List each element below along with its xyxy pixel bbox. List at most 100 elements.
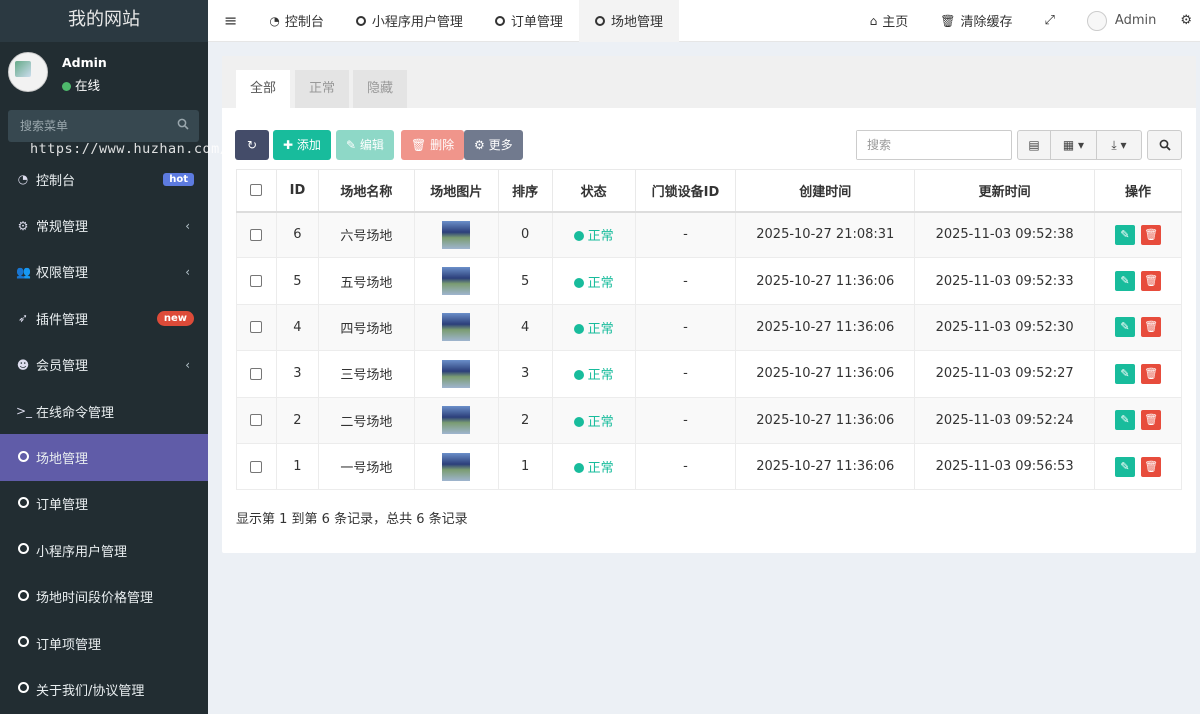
delete-button[interactable]: 🗑 删除: [401, 130, 465, 160]
row-edit-button[interactable]: ✎: [1114, 317, 1135, 338]
sidebar-item-order-item[interactable]: 订单项管理: [0, 620, 208, 666]
table-row[interactable]: 3 三号场地 3 正常 -2025-10-27 11:36:06 2025-11-03 0…: [236, 350, 1182, 398]
circle-icon: [17, 589, 29, 601]
sidebar-item-general[interactable]: ⚙ 常规管理 ‹: [0, 202, 208, 248]
col-header[interactable]: 场地名称: [317, 169, 415, 213]
sidebar-item-auth[interactable]: 👥 权限管理 ‹: [0, 249, 208, 295]
sidebar-item-dashboard[interactable]: ◔ 控制台 hot: [0, 156, 208, 202]
status-badge[interactable]: 正常: [573, 229, 614, 244]
col-header[interactable]: 更新时间: [914, 169, 1096, 213]
more-label: 更多: [488, 138, 513, 152]
row-checkbox[interactable]: [250, 460, 263, 473]
edit-label: 编辑: [359, 138, 384, 152]
sidebar-item-about[interactable]: 关于我们/协议管理: [0, 666, 208, 712]
col-header[interactable]: 场地图片: [413, 169, 499, 213]
row-select-cell: [236, 210, 277, 259]
row-checkbox[interactable]: [250, 228, 263, 241]
row-delete-button[interactable]: 🗑: [1141, 410, 1162, 431]
row-delete-button[interactable]: 🗑: [1141, 363, 1162, 384]
sidebar-search-input[interactable]: [8, 110, 173, 142]
table-row[interactable]: 6 六号场地 0 正常 -2025-10-27 21:08:31 2025-11-03 0…: [236, 210, 1182, 259]
col-header[interactable]: 创建时间: [735, 169, 916, 213]
col-header[interactable]: 状态: [551, 169, 636, 213]
status-badge[interactable]: 正常: [573, 461, 614, 476]
tab-dashboard[interactable]: ◔ 控制台: [253, 0, 340, 42]
trash-icon: 🗑: [940, 13, 956, 28]
sidebar-item-miniapp-user[interactable]: 小程序用户管理: [0, 527, 208, 573]
status-badge[interactable]: 正常: [573, 368, 614, 383]
venue-image[interactable]: [442, 267, 471, 296]
export-button[interactable]: ⤓ ▾: [1096, 130, 1142, 160]
row-edit-button[interactable]: ✎: [1114, 271, 1135, 292]
tab-all[interactable]: 全部: [236, 70, 291, 108]
table-row[interactable]: 4 四号场地 4 正常 -2025-10-27 11:36:06 2025-11-03 0…: [236, 303, 1182, 352]
tab-miniapp-user[interactable]: 小程序用户管理: [340, 0, 479, 42]
row-checkbox[interactable]: [250, 275, 263, 288]
col-header[interactable]: ID: [275, 169, 319, 213]
edit-button[interactable]: ✎ 编辑: [336, 130, 394, 160]
row-delete-button[interactable]: 🗑: [1141, 456, 1162, 477]
user-status-label: 在线: [75, 78, 101, 93]
site-logo[interactable]: 我的网站: [0, 0, 208, 42]
table-row[interactable]: 1 一号场地 1 正常 -2025-10-27 11:36:06 2025-11-03 0…: [236, 442, 1182, 491]
sidebar-item-command[interactable]: >_ 在线命令管理: [0, 388, 208, 434]
tab-hidden[interactable]: 隐藏: [353, 70, 408, 108]
sidebar-item-label: 小程序用户管理: [36, 544, 128, 560]
tab-order[interactable]: 订单管理: [479, 0, 579, 42]
row-edit-button[interactable]: ✎: [1114, 363, 1135, 384]
row-checkbox[interactable]: [250, 321, 263, 334]
table-search-input[interactable]: [857, 131, 1007, 159]
sidebar-item-timeslot-price[interactable]: 场地时间段价格管理: [0, 574, 208, 620]
updated-cell: 2025-11-03 09:52:38: [914, 210, 1096, 259]
updated-cell: 2025-11-03 09:52:33: [914, 257, 1096, 305]
home-link[interactable]: ⌂ 主页: [854, 0, 925, 42]
status-dot-icon: [573, 370, 584, 381]
columns-button[interactable]: ▦ ▾: [1050, 130, 1097, 160]
venue-image[interactable]: [442, 313, 471, 342]
id-cell: 6: [275, 210, 319, 259]
tab-normal[interactable]: 正常: [295, 70, 350, 108]
venue-image[interactable]: [442, 452, 471, 481]
table-row[interactable]: 5 五号场地 5 正常 -2025-10-27 11:36:06 2025-11-03 0…: [236, 257, 1182, 305]
table-row[interactable]: 2 二号场地 2 正常 -2025-10-27 11:36:06 2025-11-03 0…: [236, 396, 1182, 444]
tab-venue[interactable]: 场地管理: [578, 0, 679, 42]
sidebar-toggle-button[interactable]: ≡: [208, 0, 253, 42]
row-checkbox[interactable]: [250, 414, 263, 427]
sidebar-item-order[interactable]: 订单管理: [0, 481, 208, 527]
status-badge[interactable]: 正常: [573, 276, 614, 291]
row-edit-button[interactable]: ✎: [1114, 410, 1135, 431]
status-badge[interactable]: 正常: [573, 415, 614, 430]
admin-menu[interactable]: Admin: [1071, 0, 1172, 42]
search-icon[interactable]: [177, 118, 189, 130]
row-edit-button[interactable]: ✎: [1114, 456, 1135, 477]
sidebar-item-venue[interactable]: 场地管理: [0, 434, 208, 481]
row-checkbox[interactable]: [250, 367, 263, 380]
col-header[interactable]: 排序: [497, 169, 553, 213]
sidebar-item-addons[interactable]: ➶ 插件管理 new: [0, 295, 208, 341]
venue-image[interactable]: [442, 220, 471, 249]
sidebar-item-label: 订单项管理: [36, 637, 102, 653]
row-select-cell: [236, 303, 277, 352]
toggle-view-button[interactable]: ▤: [1017, 130, 1051, 160]
sidebar-item-members[interactable]: ☻ 会员管理 ‹: [0, 342, 208, 388]
sort-cell: 2: [497, 396, 553, 444]
search-toggle-button[interactable]: [1147, 130, 1182, 160]
row-delete-button[interactable]: 🗑: [1141, 224, 1162, 245]
venue-image[interactable]: [442, 359, 471, 388]
clear-cache-button[interactable]: 🗑 清除缓存: [924, 0, 1028, 42]
col-header[interactable]: 门锁设备ID: [634, 169, 737, 213]
add-button[interactable]: ✚ 添加: [273, 130, 331, 160]
row-edit-button[interactable]: ✎: [1114, 224, 1135, 245]
refresh-button[interactable]: ↻: [235, 130, 269, 160]
online-dot-icon: [62, 82, 71, 91]
more-button[interactable]: ⚙ 更多: [464, 130, 523, 160]
row-delete-button[interactable]: 🗑: [1141, 317, 1162, 338]
sidebar-menu: ◔ 控制台 hot ⚙ 常规管理 ‹ 👥 权限管理 ‹ ➶ 插件管理 new ☻ 会员管理 ‹ >_…: [0, 156, 208, 713]
fullscreen-button[interactable]: ⤢: [1029, 0, 1071, 42]
select-all-checkbox[interactable]: [250, 184, 263, 197]
status-badge[interactable]: 正常: [573, 322, 614, 337]
settings-button[interactable]: ⚙: [1172, 0, 1200, 42]
row-select-cell: [236, 350, 277, 398]
venue-image[interactable]: [442, 406, 471, 435]
row-delete-button[interactable]: 🗑: [1141, 271, 1162, 292]
